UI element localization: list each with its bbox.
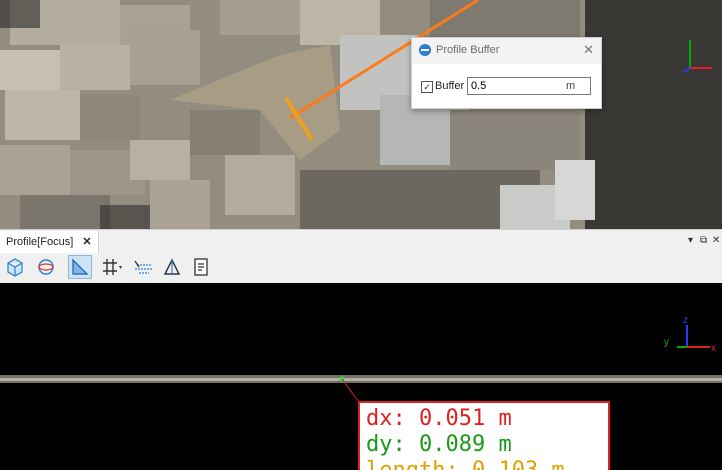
buffer-checkbox[interactable]: ✓ [421, 81, 433, 93]
panel-close-icon[interactable]: ✕ [712, 235, 720, 246]
profile-buffer-dialog: Profile Buffer ✕ ✓ Buffer m [411, 37, 602, 109]
profile-toolbar [0, 253, 722, 284]
dialog-title-bar[interactable]: Profile Buffer ✕ [412, 38, 601, 64]
point-cloud-3d-view[interactable] [0, 0, 722, 229]
buffer-label: Buffer [435, 80, 465, 92]
measurement-label: dx: 0.051 m dy: 0.089 m length: 0.103 m [358, 401, 610, 470]
buffer-unit: m [566, 80, 576, 92]
tab-close-icon[interactable]: ✕ [82, 236, 91, 248]
ruler-triangle-icon[interactable] [68, 255, 92, 279]
profile-view-canvas[interactable]: z y x dx: 0.051 m dy: 0.089 m length: 0.… [0, 283, 722, 470]
measure-dy: dy: 0.089 m [366, 432, 512, 457]
profile-triangle-icon[interactable] [160, 255, 184, 279]
dialog-body: ✓ Buffer m [412, 64, 601, 108]
dialog-close-button[interactable]: ✕ [583, 42, 594, 58]
aerial-point-cloud [0, 0, 722, 229]
dialog-title: Profile Buffer [436, 44, 500, 56]
panel-dropdown-icon[interactable]: ▾ [688, 235, 693, 246]
axis-gizmo-profile: z y x [664, 315, 716, 354]
tab-profile-focus[interactable]: Profile[Focus] ✕ [0, 231, 99, 253]
rotate-icon[interactable] [34, 255, 58, 279]
axis-label-y: y [664, 337, 669, 348]
measure-dx: dx: 0.051 m [366, 406, 512, 431]
panel-restore-icon[interactable]: ⧉ [700, 235, 707, 246]
filter-icon[interactable] [132, 255, 156, 279]
grid-icon[interactable] [100, 255, 124, 279]
report-icon[interactable] [189, 255, 213, 279]
axis-label-x: x [711, 343, 716, 354]
axis-label-z: z [683, 315, 688, 326]
cube-icon[interactable] [3, 255, 27, 279]
tab-label: Profile[Focus] [6, 236, 74, 248]
measure-length: length: 0.103 m [366, 458, 602, 470]
profile-tab-bar: Profile[Focus] ✕ ▾ ⧉ ✕ [0, 229, 722, 254]
profile-buffer-icon [419, 44, 431, 56]
